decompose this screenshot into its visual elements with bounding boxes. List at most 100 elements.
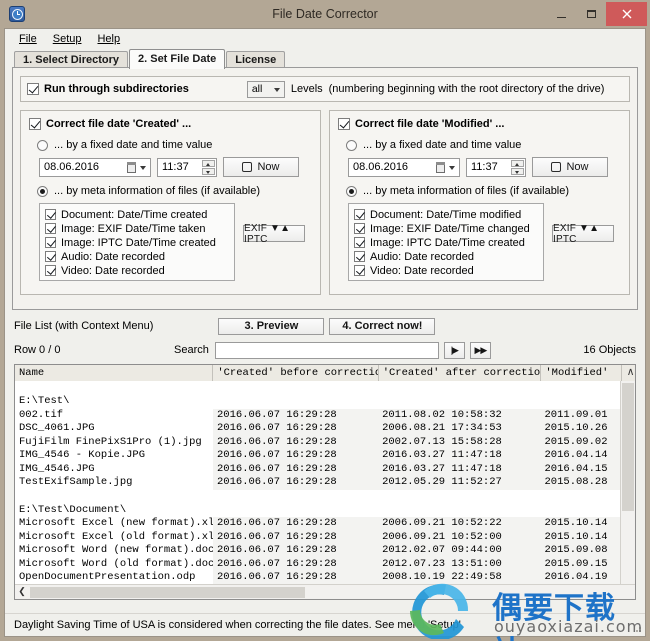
- table-row[interactable]: DSC_4061.JPG 2016.06.07 16:29:28 2006.08.2…: [15, 422, 621, 436]
- modified-meta-item-document[interactable]: Document: Date/Time modified: [354, 208, 538, 221]
- modified-meta-item-iptc[interactable]: Image: IPTC Date/Time created: [354, 236, 538, 249]
- table-row[interactable]: IMG_4546 - Kopie.JPG 2016.06.07 16:29:28 2…: [15, 449, 621, 463]
- created-fixed-radio[interactable]: [37, 139, 48, 151]
- modified-meta-radio-row[interactable]: ... by meta information of files (if ava…: [346, 185, 621, 197]
- created-panel-title: Correct file date 'Created' ...: [29, 118, 312, 130]
- search-next-button[interactable]: ▶▶: [469, 341, 491, 359]
- vertical-scroll-thumb[interactable]: [622, 383, 634, 511]
- horizontal-scroll-thumb[interactable]: [30, 586, 305, 598]
- preview-button[interactable]: 3. Preview: [218, 317, 325, 335]
- status-bar: Daylight Saving Time of USA is considere…: [5, 613, 645, 636]
- table-cell: 002.tif: [19, 408, 64, 421]
- modified-time-input[interactable]: 11:37: [466, 157, 526, 177]
- created-meta-item-video[interactable]: Video: Date recorded: [45, 264, 229, 277]
- table-row[interactable]: Microsoft Excel (old format).xls 2016.06.…: [15, 530, 621, 544]
- modified-meta-item-video[interactable]: Video: Date recorded: [354, 264, 538, 277]
- table-cell: 2015.10.14: [540, 517, 621, 531]
- search-input[interactable]: [214, 341, 439, 359]
- modified-meta-box: Document: Date/Time modified Image: EXIF…: [348, 203, 544, 281]
- menu-item-help[interactable]: Help: [89, 31, 128, 47]
- tab-set-file-date[interactable]: 2. Set File Date: [129, 49, 226, 69]
- modified-meta-radio[interactable]: [346, 185, 357, 197]
- created-meta-audio-checkbox[interactable]: [45, 251, 56, 262]
- created-fixed-radio-row[interactable]: ... by a fixed date and time value: [37, 139, 312, 151]
- table-group-row[interactable]: E:\Test\Document\: [15, 503, 621, 517]
- minimize-button[interactable]: [546, 3, 576, 25]
- scroll-left-icon[interactable]: ❮: [15, 586, 29, 599]
- modified-meta-iptc-checkbox[interactable]: [354, 237, 365, 248]
- sort-indicator-icon[interactable]: ∧: [622, 365, 635, 381]
- table-row: [15, 489, 621, 504]
- modified-now-button[interactable]: Now: [532, 157, 608, 177]
- table-row[interactable]: OpenDocumentPresentation.odp 2016.06.07 1…: [15, 571, 621, 585]
- created-meta-item-exif[interactable]: Image: EXIF Date/Time taken: [45, 222, 229, 235]
- stepper-down-icon[interactable]: [511, 167, 524, 175]
- modified-meta-exif-checkbox[interactable]: [354, 223, 365, 234]
- created-meta-exif-checkbox[interactable]: [45, 223, 56, 234]
- table-group-row[interactable]: E:\Test\: [15, 395, 621, 409]
- created-time-stepper[interactable]: [202, 159, 215, 175]
- maximize-button[interactable]: [576, 3, 606, 25]
- table-cell: Microsoft Excel (old format).xls: [19, 530, 213, 543]
- created-time-input[interactable]: 11:37: [157, 157, 217, 177]
- created-meta-radio-row[interactable]: ... by meta information of files (if ava…: [37, 185, 312, 197]
- table-cell: [213, 395, 379, 409]
- column-header-created-before[interactable]: 'Created' before correction: [213, 365, 379, 381]
- search-first-button[interactable]: |▶: [443, 341, 465, 359]
- modified-meta-item-exif[interactable]: Image: EXIF Date/Time changed: [354, 222, 538, 235]
- created-meta-document-checkbox[interactable]: [45, 209, 56, 220]
- created-date-input[interactable]: 08.06.2016: [39, 157, 151, 177]
- stepper-up-icon[interactable]: [511, 159, 524, 167]
- table-row[interactable]: TestExifSample.jpg 2016.06.07 16:29:28 201…: [15, 476, 621, 490]
- modified-fixed-radio[interactable]: [346, 139, 357, 151]
- table-cell: 2016.06.07 16:29:28: [213, 571, 379, 585]
- modified-time-value: 11:37: [471, 161, 498, 173]
- vertical-scrollbar[interactable]: [620, 381, 635, 585]
- table-row[interactable]: 002.tif 2016.06.07 16:29:28 2011.08.02 10:…: [15, 408, 621, 422]
- stepper-down-icon[interactable]: [202, 167, 215, 175]
- modified-meta-document-checkbox[interactable]: [354, 209, 365, 220]
- created-meta-item-iptc[interactable]: Image: IPTC Date/Time created: [45, 236, 229, 249]
- resize-grip-icon[interactable]: [632, 623, 642, 633]
- modified-meta-video-checkbox[interactable]: [354, 265, 365, 276]
- table-cell: 2008.10.19 22:49:58: [378, 571, 541, 585]
- modified-date-input[interactable]: 08.06.2016: [348, 157, 460, 177]
- column-header-name[interactable]: Name: [15, 365, 214, 381]
- modified-meta-audio-checkbox[interactable]: [354, 251, 365, 262]
- modified-fixed-radio-row[interactable]: ... by a fixed date and time value: [346, 139, 621, 151]
- horizontal-scrollbar[interactable]: ❮: [15, 584, 635, 599]
- file-list-bar: File List (with Context Menu) 3. Preview…: [14, 317, 636, 335]
- modified-time-stepper[interactable]: [511, 159, 524, 175]
- file-table[interactable]: Name 'Created' before correction 'Create…: [14, 364, 636, 600]
- menu-item-setup[interactable]: Setup: [45, 31, 90, 47]
- modified-exif-iptc-button[interactable]: EXIF ▼▲ IPTC: [552, 223, 614, 245]
- table-body: E:\Test\ 002.tif 2016.06.07 16:29:28 2011.0…: [15, 381, 621, 585]
- table-row[interactable]: Microsoft Word (new format).docx 2016.06.…: [15, 544, 621, 558]
- created-now-button[interactable]: Now: [223, 157, 299, 177]
- table-row[interactable]: Microsoft Excel (new format).xlsx 2016.06…: [15, 517, 621, 531]
- close-button[interactable]: [606, 2, 647, 26]
- column-header-modified[interactable]: 'Modified': [541, 365, 623, 381]
- table-row[interactable]: Microsoft Word (old format).doc 2016.06.0…: [15, 557, 621, 571]
- table-cell: E:\Test\: [19, 395, 70, 407]
- table-row[interactable]: FujiFilm FinePixS1Pro (1).jpg 2016.06.07 …: [15, 435, 621, 449]
- correct-now-button[interactable]: 4. Correct now!: [329, 317, 436, 335]
- title-bar: File Date Corrector: [0, 0, 650, 28]
- created-exif-iptc-button[interactable]: EXIF ▼▲ IPTC: [243, 223, 305, 245]
- created-meta-iptc-checkbox[interactable]: [45, 237, 56, 248]
- created-meta-radio[interactable]: [37, 185, 48, 197]
- created-meta-video-checkbox[interactable]: [45, 265, 56, 276]
- created-meta-item-document[interactable]: Document: Date/Time created: [45, 208, 229, 221]
- created-meta-item-audio[interactable]: Audio: Date recorded: [45, 250, 229, 263]
- levels-hint: (numbering beginning with the root direc…: [328, 83, 605, 95]
- run-subdirectories-checkbox[interactable]: [27, 83, 39, 95]
- correct-modified-checkbox[interactable]: [338, 118, 350, 130]
- modified-meta-item-audio[interactable]: Audio: Date recorded: [354, 250, 538, 263]
- column-header-created-after[interactable]: 'Created' after correction: [379, 365, 542, 381]
- correct-created-checkbox[interactable]: [29, 118, 41, 130]
- stepper-up-icon[interactable]: [202, 159, 215, 167]
- table-cell: 2016.03.27 11:47:18: [378, 462, 541, 476]
- levels-select[interactable]: all: [246, 80, 285, 98]
- table-row[interactable]: IMG_4546.JPG 2016.06.07 16:29:28 2016.03.2…: [15, 462, 621, 476]
- menu-item-file[interactable]: File: [11, 31, 45, 47]
